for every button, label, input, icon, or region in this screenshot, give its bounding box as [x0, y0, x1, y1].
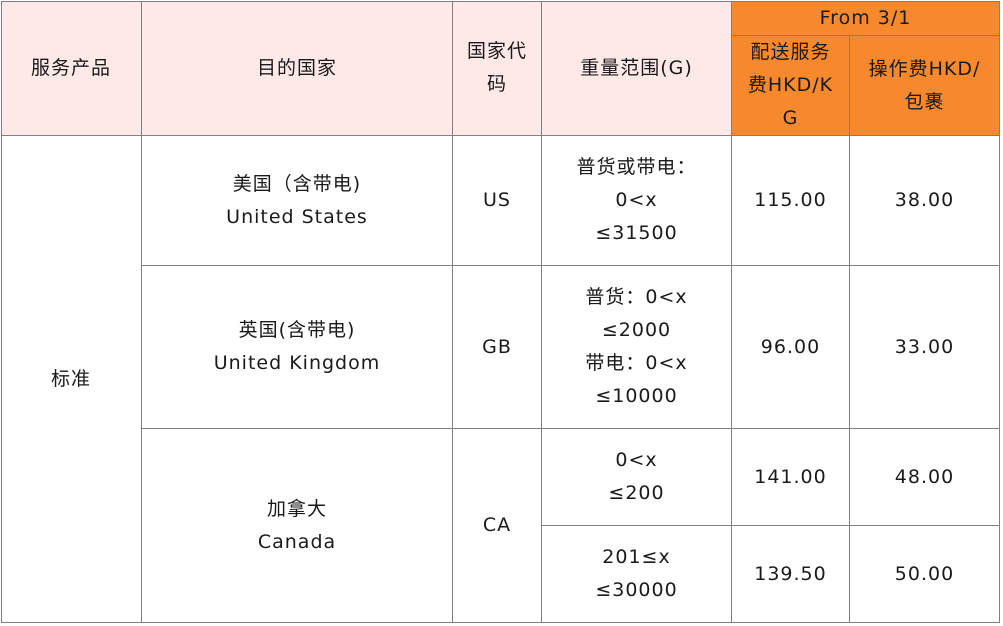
country-cn-ca: 加拿大 — [266, 497, 327, 520]
service-product-text: 标准 — [50, 367, 91, 390]
handling-fee-cell-ca-tier2: 50.00 — [850, 526, 1000, 623]
delivery-fee-cell-ca-tier2: 139.50 — [732, 526, 850, 623]
weight-us-line2: 0<x — [615, 189, 658, 211]
handling-fee-ca-tier1: 48.00 — [894, 465, 955, 488]
header-handling-fee: 操作费HKD/ 包裹 — [850, 36, 1000, 136]
header-from-date: From 3/1 — [732, 1, 1000, 36]
header-delivery-fee-line2: 费HKD/K — [747, 74, 834, 96]
weight-cell-ca-tier2: 201≤x ≤30000 — [542, 526, 732, 623]
header-country-code-line2: 码 — [486, 73, 507, 95]
code-gb: GB — [482, 335, 512, 358]
header-handling-fee-line2: 包裹 — [904, 90, 945, 113]
header-delivery-fee-line3: G — [782, 107, 799, 129]
header-country-code: 国家代 码 — [453, 1, 542, 136]
delivery-fee-ca-tier1: 141.00 — [754, 465, 827, 488]
header-destination: 目的国家 — [142, 1, 453, 136]
weight-ca-tier2-line2: ≤30000 — [595, 579, 678, 601]
delivery-fee-us: 115.00 — [754, 189, 827, 211]
rate-table: 服务产品 目的国家 国家代 码 重量范围(G) From 3/1 配送服务 费H… — [0, 0, 1003, 626]
country-cell-us: 美国（含带电) United States — [142, 136, 453, 266]
code-ca: CA — [482, 514, 512, 536]
delivery-fee-cell-ca-tier1: 141.00 — [732, 429, 850, 526]
country-en-us: United States — [226, 205, 368, 228]
delivery-fee-cell-gb: 96.00 — [732, 266, 850, 429]
header-delivery-fee-line1: 配送服务 — [750, 41, 831, 63]
code-us: US — [483, 189, 511, 211]
weight-gb-line1: 普货：0<x — [585, 286, 688, 308]
weight-cell-us: 普货或带电： 0<x ≤31500 — [542, 136, 732, 266]
weight-us-line1: 普货或带电： — [576, 156, 697, 178]
handling-fee-us: 38.00 — [894, 189, 955, 211]
country-cell-gb: 英国(含带电) United Kingdom — [142, 266, 453, 429]
code-cell-ca: CA — [453, 429, 542, 623]
code-cell-gb: GB — [453, 266, 542, 429]
handling-fee-gb: 33.00 — [894, 335, 955, 358]
weight-us-line3: ≤31500 — [595, 222, 678, 244]
header-country-code-line1: 国家代 — [466, 40, 527, 62]
country-en-ca: Canada — [257, 530, 337, 553]
weight-cell-ca-tier1: 0<x ≤200 — [542, 429, 732, 526]
weight-ca-tier1-line2: ≤200 — [608, 482, 665, 504]
header-handling-fee-line1: 操作费HKD/ — [868, 57, 981, 80]
header-from-date-text: From 3/1 — [819, 6, 912, 29]
weight-gb-line4: ≤10000 — [595, 385, 678, 407]
delivery-fee-gb: 96.00 — [760, 335, 821, 358]
handling-fee-cell-gb: 33.00 — [850, 266, 1000, 429]
handling-fee-cell-us: 38.00 — [850, 136, 1000, 266]
code-cell-us: US — [453, 136, 542, 266]
country-cn-us: 美国（含带电) — [232, 172, 362, 195]
country-en-gb: United Kingdom — [213, 352, 381, 374]
header-weight-range-text: 重量范围(G) — [580, 56, 693, 79]
country-cell-ca: 加拿大 Canada — [142, 429, 453, 623]
header-service-product: 服务产品 — [1, 1, 142, 136]
weight-gb-line3: 带电：0<x — [585, 352, 688, 374]
delivery-fee-ca-tier2: 139.50 — [754, 562, 827, 585]
weight-gb-line2: ≤2000 — [601, 319, 672, 341]
header-delivery-fee: 配送服务 费HKD/K G — [732, 36, 850, 136]
delivery-fee-cell-us: 115.00 — [732, 136, 850, 266]
country-cn-gb: 英国(含带电) — [238, 319, 356, 341]
weight-ca-tier1-line1: 0<x — [615, 449, 658, 471]
service-product-cell: 标准 — [1, 136, 142, 623]
handling-fee-ca-tier2: 50.00 — [894, 562, 955, 585]
weight-cell-gb: 普货：0<x ≤2000 带电：0<x ≤10000 — [542, 266, 732, 429]
weight-ca-tier2-line1: 201≤x — [602, 546, 671, 568]
handling-fee-cell-ca-tier1: 48.00 — [850, 429, 1000, 526]
header-service-product-text: 服务产品 — [30, 56, 111, 79]
header-weight-range: 重量范围(G) — [542, 1, 732, 136]
header-destination-text: 目的国家 — [256, 56, 337, 79]
